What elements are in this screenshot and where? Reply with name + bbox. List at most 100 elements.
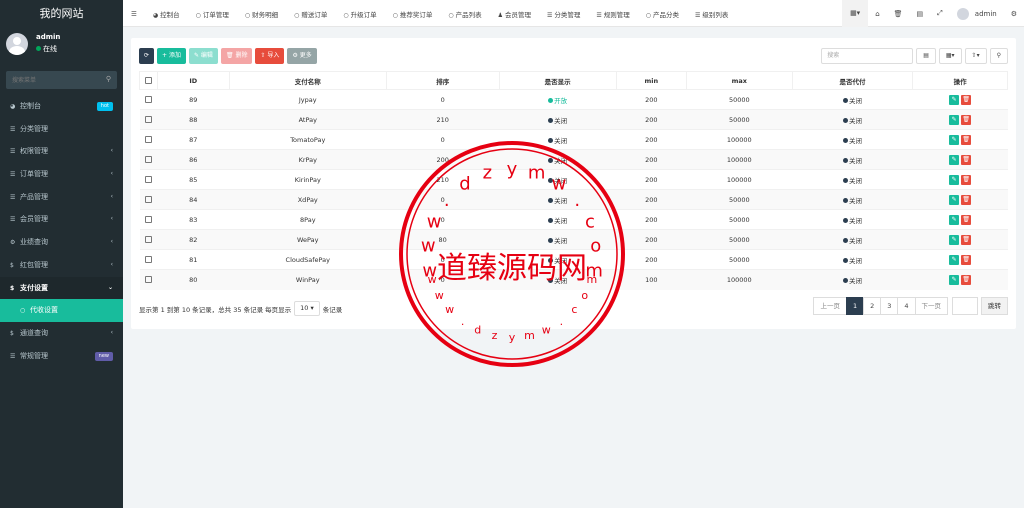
select-all-checkbox[interactable] xyxy=(139,71,158,90)
top-nav-item-1[interactable]: ○ 订单管理 xyxy=(188,9,237,19)
book-icon[interactable]: ▤ xyxy=(910,10,931,18)
sidebar-item-5[interactable]: ☰ 会员管理 ‹ xyxy=(0,208,123,231)
column-header-0[interactable]: ID xyxy=(156,71,230,90)
edit-row-button[interactable]: ✎ xyxy=(949,174,960,185)
table-row[interactable]: 89 Jypay 0 开放 200 50000 关闭 ✎ 🗑 xyxy=(139,89,1008,110)
page-button-2[interactable]: 2 xyxy=(863,297,882,315)
edit-row-button[interactable]: ✎ xyxy=(949,94,960,105)
delete-row-button[interactable]: 🗑 xyxy=(961,94,972,105)
row-checkbox[interactable] xyxy=(139,149,158,170)
edit-row-button[interactable]: ✎ xyxy=(949,154,960,165)
row-checkbox[interactable] xyxy=(139,189,158,210)
column-header-3[interactable]: 是否显示 xyxy=(498,71,617,90)
edit-button[interactable]: ✎ 编辑 xyxy=(188,48,218,64)
home-icon[interactable]: ⌂ xyxy=(868,10,886,18)
sidebar-item-0[interactable]: ◕ 控制台 hot xyxy=(0,95,123,118)
top-nav-item-6[interactable]: ○ 产品列表 xyxy=(440,9,489,19)
top-user[interactable]: admin xyxy=(950,7,1004,20)
cell-daifu[interactable]: 关闭 xyxy=(792,269,913,290)
settings-icon[interactable]: ⚙ xyxy=(1004,10,1024,18)
refresh-button[interactable]: ⟳ xyxy=(139,48,155,64)
sidebar-item-11[interactable]: ☰ 常规管理 new xyxy=(0,345,123,368)
edit-row-button[interactable]: ✎ xyxy=(949,254,960,265)
cell-daifu[interactable]: 关闭 xyxy=(792,209,913,230)
column-header-5[interactable]: max xyxy=(685,71,793,90)
top-nav-item-11[interactable]: ☰ 级别列表 xyxy=(687,9,736,19)
cell-daifu[interactable]: 关闭 xyxy=(792,129,913,150)
top-nav-item-0[interactable]: ◕ 控制台 xyxy=(145,9,188,19)
sidebar-item-4[interactable]: ☰ 产品管理 ‹ xyxy=(0,186,123,209)
delete-row-button[interactable]: 🗑 xyxy=(961,114,972,125)
column-header-2[interactable]: 排序 xyxy=(385,71,500,90)
row-checkbox[interactable] xyxy=(139,169,158,190)
top-nav-item-9[interactable]: ☰ 规则管理 xyxy=(588,9,637,19)
delete-row-button[interactable]: 🗑 xyxy=(961,254,972,265)
column-header-4[interactable]: min xyxy=(615,71,687,90)
trash-icon[interactable]: 🗑 xyxy=(887,10,910,18)
delete-row-button[interactable]: 🗑 xyxy=(961,174,972,185)
sidebar-item-8[interactable]: $ 支付设置 ⌄ xyxy=(0,276,123,300)
sidebar-item-3[interactable]: ☰ 订单管理 ‹ xyxy=(0,163,123,186)
page-button-3[interactable]: 3 xyxy=(880,297,899,315)
row-checkbox[interactable] xyxy=(139,229,158,250)
top-nav-item-4[interactable]: ○ 升级订单 xyxy=(335,9,384,19)
top-nav-item-10[interactable]: ○ 产品分类 xyxy=(638,9,687,19)
row-checkbox[interactable] xyxy=(139,209,158,230)
cell-daifu[interactable]: 关闭 xyxy=(792,149,913,170)
delete-row-button[interactable]: 🗑 xyxy=(961,234,972,245)
top-nav-item-3[interactable]: ○ 赠送订单 xyxy=(286,9,335,19)
delete-row-button[interactable]: 🗑 xyxy=(961,274,972,285)
sidebar-search-input[interactable] xyxy=(6,71,96,89)
sidebar-item-10[interactable]: $ 通道查询 ‹ xyxy=(0,322,123,345)
top-nav-item-5[interactable]: ○ 推荐奖订单 xyxy=(385,9,441,19)
next-page-button[interactable]: 下一页 xyxy=(914,297,948,315)
search-icon[interactable]: ⚲ xyxy=(106,75,111,83)
hamburger-icon[interactable]: ☰ xyxy=(123,10,145,18)
table-row[interactable]: 88 AtPay 210 关闭 200 50000 关闭 ✎ 🗑 xyxy=(139,109,1008,130)
page-button-1[interactable]: 1 xyxy=(845,297,865,315)
delete-row-button[interactable]: 🗑 xyxy=(961,214,972,225)
sidebar-item-9[interactable]: ○ 代收设置 xyxy=(0,299,123,322)
column-header-7[interactable]: 操作 xyxy=(912,71,1008,90)
fullscreen-icon[interactable]: ⤢ xyxy=(930,9,950,18)
jump-page-input[interactable] xyxy=(952,297,978,315)
top-nav-item-8[interactable]: ☰ 分类管理 xyxy=(539,9,588,19)
row-checkbox[interactable] xyxy=(139,129,158,150)
top-nav-item-2[interactable]: ○ 财务明细 xyxy=(237,9,286,19)
edit-row-button[interactable]: ✎ xyxy=(949,194,960,205)
cell-daifu[interactable]: 关闭 xyxy=(792,169,913,190)
delete-row-button[interactable]: 🗑 xyxy=(961,154,972,165)
row-checkbox[interactable] xyxy=(139,89,158,110)
cell-show[interactable]: 开放 xyxy=(499,89,617,110)
column-header-1[interactable]: 支付名称 xyxy=(228,71,387,90)
column-header-6[interactable]: 是否代付 xyxy=(791,71,914,90)
toggle-view-icon[interactable]: ▤ xyxy=(916,48,936,64)
cell-show[interactable]: 关闭 xyxy=(499,109,617,130)
row-checkbox[interactable] xyxy=(139,249,158,270)
sidebar-item-1[interactable]: ☰ 分类管理 xyxy=(0,118,123,141)
page-size-select[interactable]: 10 ▾ xyxy=(294,301,320,316)
row-checkbox[interactable] xyxy=(139,109,158,130)
edit-row-button[interactable]: ✎ xyxy=(949,214,960,225)
cell-daifu[interactable]: 关闭 xyxy=(792,89,913,110)
sidebar-item-6[interactable]: ⚙ 业绩查询 ‹ xyxy=(0,231,123,254)
cell-daifu[interactable]: 关闭 xyxy=(792,249,913,270)
import-button[interactable]: ⇧ 导入 xyxy=(255,48,285,64)
delete-button[interactable]: 🗑 删除 xyxy=(220,48,253,64)
layout-dropdown-icon[interactable]: ▦▾ xyxy=(842,0,869,27)
cell-daifu[interactable]: 关闭 xyxy=(792,229,913,250)
page-button-4[interactable]: 4 xyxy=(897,297,916,315)
cell-daifu[interactable]: 关闭 xyxy=(792,109,913,130)
add-button[interactable]: + 添加 xyxy=(157,48,186,64)
site-logo[interactable]: 我的网站 xyxy=(0,0,123,27)
edit-row-button[interactable]: ✎ xyxy=(949,114,960,125)
delete-row-button[interactable]: 🗑 xyxy=(961,194,972,205)
cell-daifu[interactable]: 关闭 xyxy=(792,189,913,210)
edit-row-button[interactable]: ✎ xyxy=(949,234,960,245)
delete-row-button[interactable]: 🗑 xyxy=(961,134,972,145)
top-nav-item-7[interactable]: ♟ 会员管理 xyxy=(490,9,539,19)
edit-row-button[interactable]: ✎ xyxy=(949,134,960,145)
edit-row-button[interactable]: ✎ xyxy=(949,274,960,285)
advanced-search-icon[interactable]: ⚲ xyxy=(989,48,1008,64)
row-checkbox[interactable] xyxy=(139,269,158,290)
